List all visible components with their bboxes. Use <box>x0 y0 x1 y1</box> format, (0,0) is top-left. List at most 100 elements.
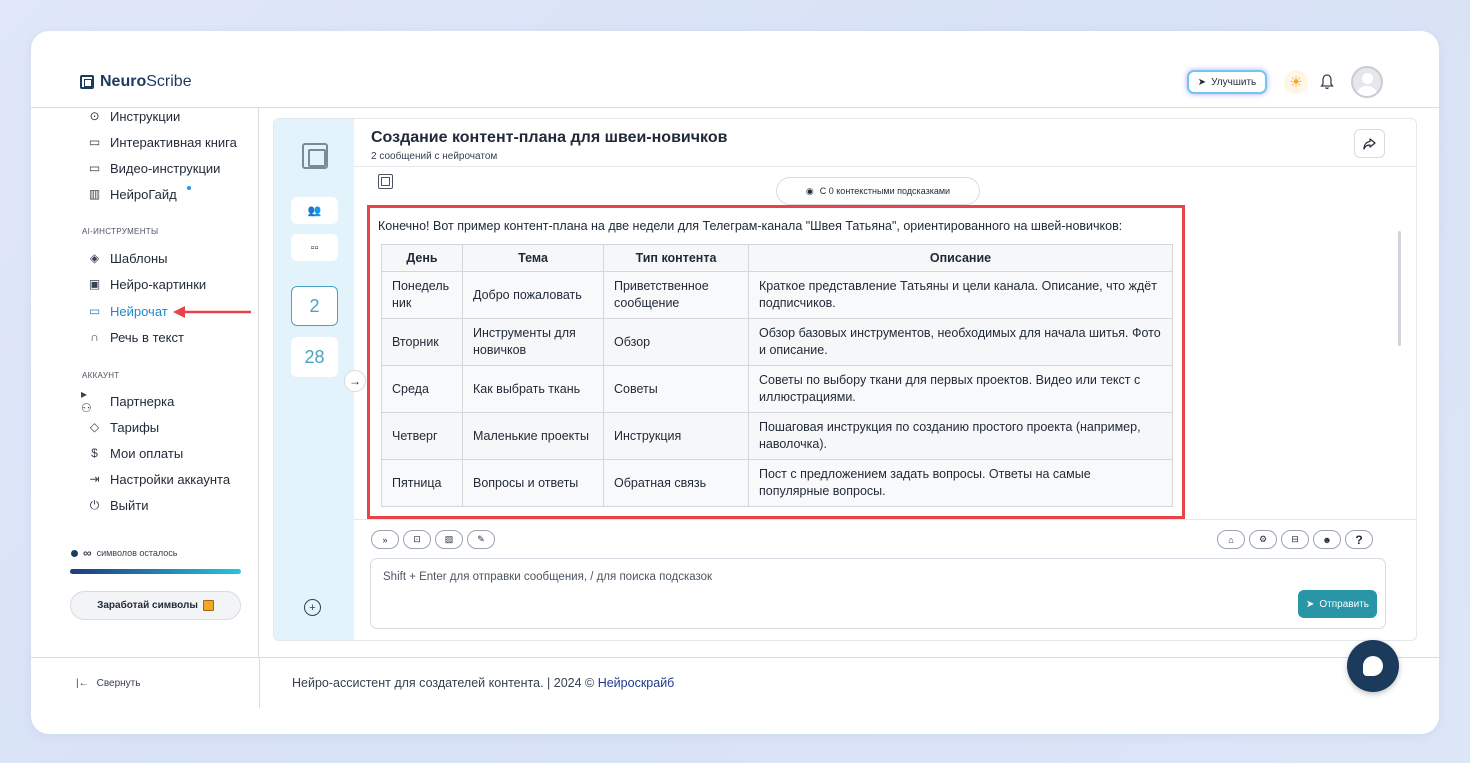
robot-icon[interactable]: ☻ <box>1313 530 1341 549</box>
collapse-sidebar-button[interactable]: |← Свернуть <box>76 678 140 689</box>
users-icon[interactable]: 👥 <box>291 197 338 224</box>
send-button[interactable]: ➤ Отправить <box>1298 590 1377 618</box>
sidebar-item-label: Шаблоны <box>110 250 168 266</box>
sidebar-item-label: Настройки аккаунта <box>110 471 231 487</box>
table-cell: Добро пожаловать <box>462 271 604 319</box>
sidebar-item-logout[interactable]: ⏻ Выйти <box>88 495 149 515</box>
logo-icon <box>80 75 94 89</box>
table-cell: Четверг <box>381 412 463 460</box>
puzzle-icon[interactable]: ⌂ <box>1217 530 1245 549</box>
section-title-account: АККАУНТ <box>82 371 120 380</box>
sidebar-item-label: Инструкции <box>110 108 181 124</box>
context-hints-pill[interactable]: ◉ С 0 контекстными подсказками <box>776 177 980 205</box>
palette-icon: ◉ <box>805 185 814 196</box>
help-icon[interactable]: ? <box>1345 530 1373 549</box>
upload-icon[interactable]: ⊡ <box>403 530 431 549</box>
chat-icon: ▭ <box>88 304 101 318</box>
symbols-label: символов осталось <box>96 548 178 558</box>
send-icon: ➤ <box>1306 598 1315 610</box>
guide-icon: ▥ <box>88 187 101 201</box>
table-cell: Приветственное сообщение <box>603 271 749 319</box>
earn-label: Заработай символы <box>97 600 198 611</box>
add-chat-icon[interactable]: + <box>304 599 321 616</box>
sidebar-item-instructions[interactable]: ⊙ Инструкции <box>88 106 180 126</box>
table-cell: Инструкция <box>603 412 749 460</box>
grid-icon[interactable]: ▫▫ <box>291 234 338 261</box>
column-header: Описание <box>748 244 1173 272</box>
share-icon <box>1363 137 1376 150</box>
table-cell: Вопросы и ответы <box>462 459 604 507</box>
section-title-ai: AI-ИНСТРУМЕНТЫ <box>82 227 159 236</box>
footer: |← Свернуть Нейро-ассистент для создател… <box>31 657 1439 734</box>
sidebar-item-account-settings[interactable]: ⇥ Настройки аккаунта <box>88 469 230 489</box>
table-row: Четверг Маленькие проекты Инструкция Пош… <box>381 412 1173 460</box>
chat-subtitle: 2 сообщений с нейрочатом <box>371 151 498 162</box>
footer-copyright: Нейро-ассистент для создателей контента.… <box>292 676 598 690</box>
sidebar-item-templates[interactable]: ◈ Шаблоны <box>88 248 168 268</box>
footer-divider <box>259 658 260 708</box>
table-cell: Пост с предложением задать вопросы. Отве… <box>748 459 1173 507</box>
logo[interactable]: NeuroScribe <box>80 73 192 91</box>
assistant-message: Конечно! Вот пример контент-плана на две… <box>367 205 1185 519</box>
symbols-infinity: ∞ <box>83 546 92 560</box>
message-input[interactable]: Shift + Enter для отправки сообщения, / … <box>370 558 1386 629</box>
input-area: » ⊡ ▨ ✎ ⌂ ⚙ ⊟ ☻ ? Shift + Enter для отпр… <box>354 519 1416 640</box>
share-button[interactable] <box>1354 129 1385 158</box>
table-cell: Инструменты для новичков <box>462 318 604 366</box>
footer-text: Нейро-ассистент для создателей контента.… <box>292 676 674 690</box>
chat-count-total[interactable]: 28 <box>291 337 338 377</box>
earn-symbols-button[interactable]: Заработай символы <box>70 591 241 620</box>
sidebar-item-tariffs[interactable]: ◇ Тарифы <box>88 417 159 437</box>
bell-icon[interactable] <box>1317 71 1337 93</box>
sidebar-item-interactive-book[interactable]: ▭ Интерактивная книга <box>88 132 237 152</box>
power-icon: ⏻ <box>89 497 100 512</box>
sidebar-item-neuro-images[interactable]: ▣ Нейро-картинки <box>88 274 206 294</box>
scrollbar[interactable] <box>1398 231 1401 346</box>
sidebar-item-neurochat[interactable]: ▭ Нейрочат <box>88 301 168 321</box>
avatar[interactable] <box>1351 66 1383 98</box>
upgrade-button[interactable]: ➤ Улучшить <box>1187 70 1267 94</box>
column-header: Тема <box>462 244 604 272</box>
table-cell: Пошаговая инструкция по созданию простог… <box>748 412 1173 460</box>
chat-count-messages[interactable]: 2 <box>291 286 338 326</box>
table-cell: Вторник <box>381 318 463 366</box>
table-row: Вторник Инструменты для новичков Обзор О… <box>381 318 1173 366</box>
settings-icon[interactable]: ⚙ <box>1249 530 1277 549</box>
image-upload-icon[interactable]: ▨ <box>435 530 463 549</box>
table-cell: Обратная связь <box>603 459 749 507</box>
table-row: Среда Как выбрать ткань Советы Советы по… <box>381 365 1173 413</box>
table-cell: Советы <box>603 365 749 413</box>
sidebar-item-payments[interactable]: $ Мои оплаты <box>88 443 183 463</box>
sidebar-item-label: Мои оплаты <box>110 445 184 461</box>
theme-toggle-sun-icon[interactable]: ☀ <box>1284 70 1308 94</box>
help-circle-icon: ⊙ <box>89 109 100 123</box>
sidebar-item-speech-to-text[interactable]: ∩ Речь в текст <box>88 327 184 347</box>
magic-wand-icon[interactable]: ✎ <box>467 530 495 549</box>
message-input-placeholder: Shift + Enter для отправки сообщения, / … <box>383 571 713 583</box>
table-cell: Пятница <box>381 459 463 507</box>
expand-arrow-icon[interactable]: → <box>344 370 366 392</box>
sidebar-item-label: Нейрочат <box>110 303 168 319</box>
collapse-chevrons-icon[interactable]: » <box>371 530 399 549</box>
template-icon[interactable]: ⊟ <box>1281 530 1309 549</box>
message-intro: Конечно! Вот пример контент-плана на две… <box>378 219 1123 233</box>
sidebar-item-label: Выйти <box>110 497 149 513</box>
upgrade-label: Улучшить <box>1211 76 1257 88</box>
footer-link[interactable]: Нейроскрайб <box>598 676 675 690</box>
sidebar-item-video-instructions[interactable]: ▭ Видео-инструкции <box>88 158 221 178</box>
annotation-arrow <box>173 306 251 318</box>
table-cell: Обзор базовых инструментов, необходимых … <box>748 318 1173 366</box>
table-cell: Советы по выбору ткани для первых проект… <box>748 365 1173 413</box>
app-window: NeuroScribe ➤ Улучшить ☀ ⊙ Инструкции ▭ … <box>31 31 1439 734</box>
headphones-icon: ∩ <box>90 330 99 344</box>
sidebar-item-partner[interactable]: ▸ ⚇ Партнерка <box>81 387 174 415</box>
video-icon: ▭ <box>88 161 101 175</box>
sidebar-item-neuroguide[interactable]: ▥ НейроГайд <box>88 184 191 204</box>
support-chat-button[interactable] <box>1347 640 1399 692</box>
table-row: Понедельник Добро пожаловать Приветствен… <box>381 271 1173 319</box>
image-icon: ▣ <box>88 277 101 291</box>
status-dot <box>71 549 78 557</box>
chat-title: Создание контент-плана для швеи-новичков <box>371 129 728 146</box>
rocket-icon: ➤ <box>1197 76 1207 88</box>
sidebar: ⊙ Инструкции ▭ Интерактивная книга ▭ Вид… <box>31 108 259 657</box>
